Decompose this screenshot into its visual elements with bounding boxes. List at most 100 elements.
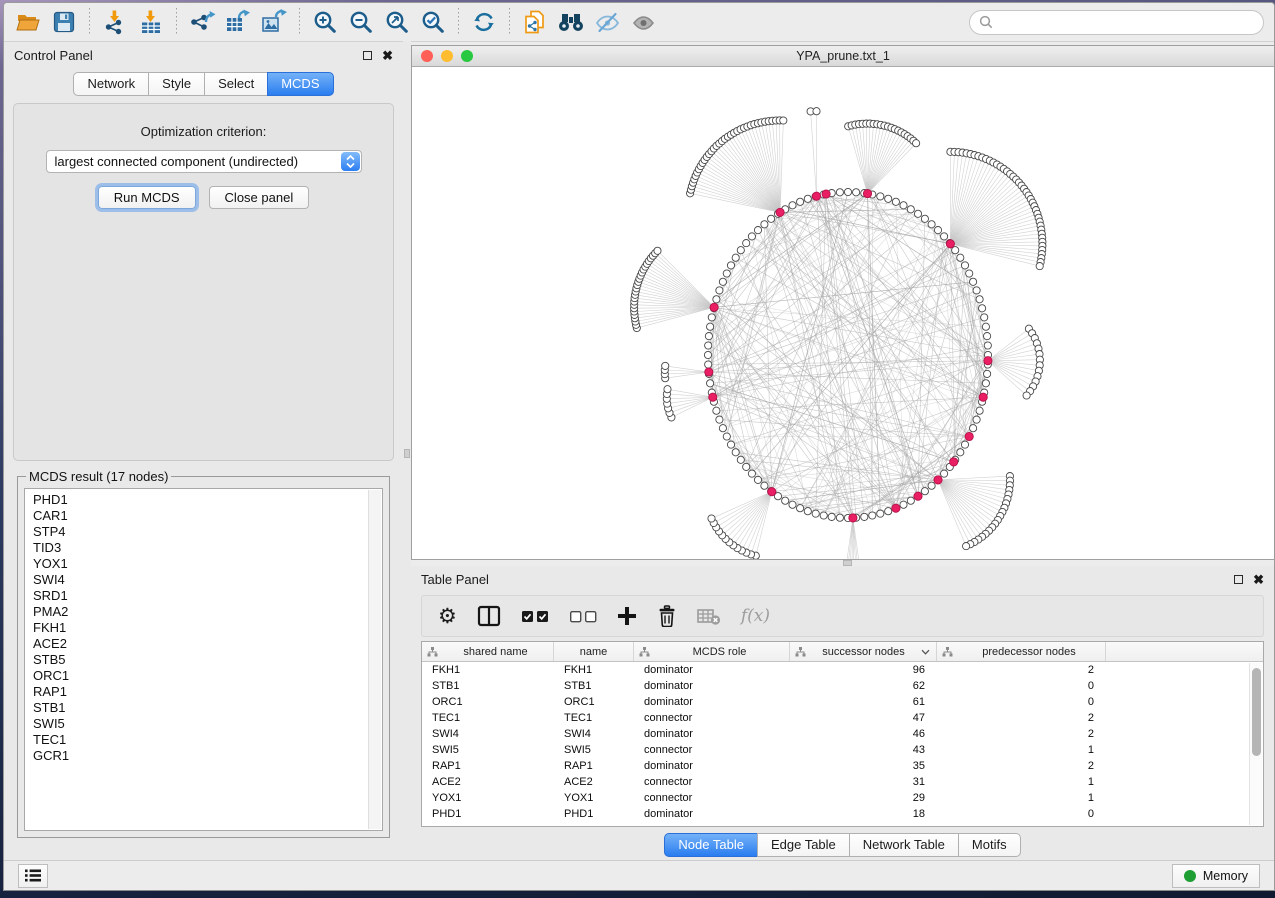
tab-motifs[interactable]: Motifs bbox=[958, 833, 1021, 857]
list-item[interactable]: CAR1 bbox=[33, 508, 382, 524]
splitter-grip[interactable] bbox=[843, 560, 852, 566]
table-row[interactable]: FKH1FKH1dominator962 bbox=[422, 662, 1263, 678]
list-item[interactable]: STP4 bbox=[33, 524, 382, 540]
result-list-scrollbar[interactable] bbox=[368, 490, 381, 829]
zoom-out-icon[interactable] bbox=[343, 6, 379, 38]
cell-name[interactable]: SWI4 bbox=[554, 726, 634, 742]
cell-predecessor-nodes[interactable]: 2 bbox=[937, 726, 1106, 742]
list-item[interactable]: TID3 bbox=[33, 540, 382, 556]
close-panel-icon[interactable]: ✖ bbox=[382, 49, 393, 62]
cell-name[interactable]: STB1 bbox=[554, 678, 634, 694]
cell-predecessor-nodes[interactable]: 2 bbox=[937, 710, 1106, 726]
zoom-selected-icon[interactable] bbox=[415, 6, 451, 38]
select-all-checkboxes-icon[interactable] bbox=[521, 609, 549, 623]
cell-successor-nodes[interactable]: 61 bbox=[790, 694, 937, 710]
show-all-eye-icon[interactable] bbox=[625, 6, 661, 38]
table-scrollbar[interactable] bbox=[1249, 663, 1262, 825]
export-table-icon[interactable] bbox=[220, 6, 256, 38]
table-row[interactable]: SWI4SWI4dominator462 bbox=[422, 726, 1263, 742]
export-image-icon[interactable] bbox=[256, 6, 292, 38]
cell-MCDS-role[interactable]: dominator bbox=[634, 694, 790, 710]
cell-name[interactable]: TEC1 bbox=[554, 710, 634, 726]
run-mcds-button[interactable]: Run MCDS bbox=[98, 186, 196, 209]
cell-MCDS-role[interactable]: connector bbox=[634, 742, 790, 758]
table-row[interactable]: PHD1PHD1dominator180 bbox=[422, 806, 1263, 822]
save-session-icon[interactable] bbox=[46, 6, 82, 38]
zoom-in-icon[interactable] bbox=[307, 6, 343, 38]
list-item[interactable]: PHD1 bbox=[33, 492, 382, 508]
function-builder-icon[interactable]: f(x) bbox=[741, 606, 770, 626]
list-item[interactable]: YOX1 bbox=[33, 556, 382, 572]
cell-predecessor-nodes[interactable]: 1 bbox=[937, 774, 1106, 790]
cell-shared-name[interactable]: PHD1 bbox=[422, 806, 554, 822]
close-panel-icon[interactable]: ✖ bbox=[1253, 573, 1264, 586]
network-graph[interactable] bbox=[412, 67, 1274, 559]
search-input[interactable] bbox=[999, 15, 1254, 29]
tab-edge-table[interactable]: Edge Table bbox=[757, 833, 850, 857]
cell-MCDS-role[interactable]: connector bbox=[634, 774, 790, 790]
cell-predecessor-nodes[interactable]: 1 bbox=[937, 790, 1106, 806]
cell-MCDS-role[interactable]: dominator bbox=[634, 662, 790, 678]
cell-name[interactable]: RAP1 bbox=[554, 758, 634, 774]
tab-network[interactable]: Network bbox=[73, 72, 149, 96]
cell-successor-nodes[interactable]: 18 bbox=[790, 806, 937, 822]
cell-shared-name[interactable]: SWI4 bbox=[422, 726, 554, 742]
cell-MCDS-role[interactable]: dominator bbox=[634, 758, 790, 774]
cell-shared-name[interactable]: TEC1 bbox=[422, 710, 554, 726]
tab-mcds[interactable]: MCDS bbox=[267, 72, 333, 96]
show-panels-list-icon[interactable] bbox=[18, 864, 48, 888]
list-item[interactable]: RAP1 bbox=[33, 684, 382, 700]
list-item[interactable]: ACE2 bbox=[33, 636, 382, 652]
list-item[interactable]: ORC1 bbox=[33, 668, 382, 684]
float-panel-icon[interactable] bbox=[1234, 575, 1243, 584]
cell-shared-name[interactable]: YOX1 bbox=[422, 790, 554, 806]
cell-shared-name[interactable]: FKH1 bbox=[422, 662, 554, 678]
horizontal-splitter[interactable] bbox=[411, 560, 1274, 566]
cell-shared-name[interactable]: STB1 bbox=[422, 678, 554, 694]
column-header-shared-name[interactable]: shared name bbox=[422, 642, 554, 661]
zoom-fit-icon[interactable] bbox=[379, 6, 415, 38]
delete-table-icon[interactable] bbox=[697, 606, 721, 626]
hide-selected-eye-icon[interactable] bbox=[589, 6, 625, 38]
cell-MCDS-role[interactable]: dominator bbox=[634, 726, 790, 742]
table-row[interactable]: SWI5SWI5connector431 bbox=[422, 742, 1263, 758]
cell-predecessor-nodes[interactable]: 0 bbox=[937, 678, 1106, 694]
splitter-grip[interactable] bbox=[404, 449, 410, 458]
cell-successor-nodes[interactable]: 96 bbox=[790, 662, 937, 678]
list-item[interactable]: SWI4 bbox=[33, 572, 382, 588]
column-header-MCDS-role[interactable]: MCDS role bbox=[634, 642, 790, 661]
cell-successor-nodes[interactable]: 29 bbox=[790, 790, 937, 806]
list-item[interactable]: SRD1 bbox=[33, 588, 382, 604]
cell-name[interactable]: FKH1 bbox=[554, 662, 634, 678]
tab-style[interactable]: Style bbox=[148, 72, 205, 96]
cell-predecessor-nodes[interactable]: 0 bbox=[937, 806, 1106, 822]
cell-successor-nodes[interactable]: 62 bbox=[790, 678, 937, 694]
cell-shared-name[interactable]: RAP1 bbox=[422, 758, 554, 774]
column-settings-gear-icon[interactable]: ⚙ bbox=[438, 606, 457, 627]
table-row[interactable]: ORC1ORC1dominator610 bbox=[422, 694, 1263, 710]
panel-columns-icon[interactable] bbox=[477, 605, 501, 627]
deselect-all-checkboxes-icon[interactable] bbox=[569, 609, 597, 623]
cell-shared-name[interactable]: SWI5 bbox=[422, 742, 554, 758]
column-header-successor-nodes[interactable]: successor nodes bbox=[790, 642, 937, 661]
table-row[interactable]: TEC1TEC1connector472 bbox=[422, 710, 1263, 726]
list-item[interactable]: SWI5 bbox=[33, 716, 382, 732]
cell-shared-name[interactable]: ORC1 bbox=[422, 694, 554, 710]
open-file-icon[interactable] bbox=[10, 6, 46, 38]
cell-predecessor-nodes[interactable]: 1 bbox=[937, 742, 1106, 758]
cell-successor-nodes[interactable]: 31 bbox=[790, 774, 937, 790]
import-network-icon[interactable] bbox=[97, 6, 133, 38]
find-binoculars-icon[interactable] bbox=[553, 6, 589, 38]
delete-column-trash-icon[interactable] bbox=[657, 605, 677, 627]
cell-name[interactable]: SWI5 bbox=[554, 742, 634, 758]
list-item[interactable]: GCR1 bbox=[33, 748, 382, 764]
table-row[interactable]: YOX1YOX1connector291 bbox=[422, 790, 1263, 806]
export-network-icon[interactable] bbox=[184, 6, 220, 38]
refresh-layout-icon[interactable] bbox=[466, 6, 502, 38]
table-row[interactable]: RAP1RAP1dominator352 bbox=[422, 758, 1263, 774]
optimization-criterion-dropdown[interactable]: largest connected component (undirected) bbox=[46, 150, 362, 173]
network-window-titlebar[interactable]: YPA_prune.txt_1 bbox=[412, 46, 1274, 67]
add-column-icon[interactable] bbox=[617, 606, 637, 626]
cell-name[interactable]: ORC1 bbox=[554, 694, 634, 710]
table-row[interactable]: ACE2ACE2connector311 bbox=[422, 774, 1263, 790]
